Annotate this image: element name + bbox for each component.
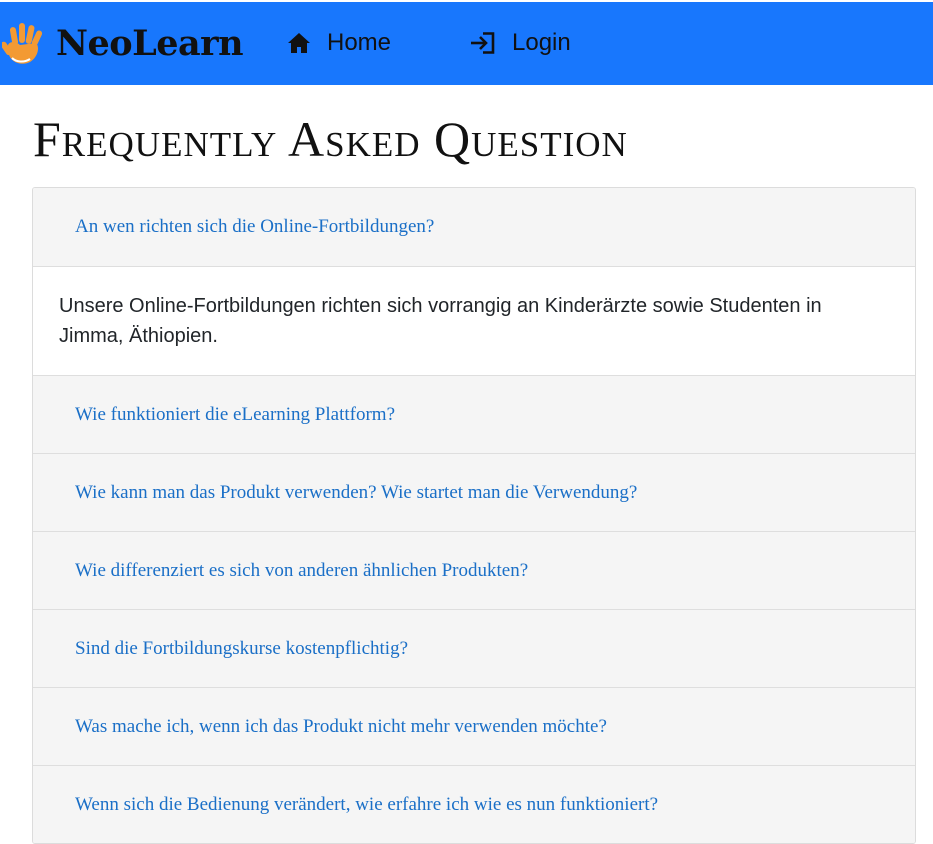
navbar: NeoLearn Home Login <box>0 2 933 85</box>
faq-question[interactable]: An wen richten sich die Online-Fortbildu… <box>33 188 915 266</box>
faq-answer: Unsere Online-Fortbildungen richten sich… <box>33 266 915 375</box>
faq-question[interactable]: Wie kann man das Produkt verwenden? Wie … <box>33 453 915 531</box>
faq-question[interactable]: Wenn sich die Bedienung verändert, wie e… <box>33 765 915 843</box>
nav-login-link[interactable]: Login <box>470 29 571 57</box>
nav-home-link[interactable]: Home <box>287 29 391 57</box>
nav-home-label: Home <box>327 29 392 56</box>
login-icon <box>471 32 495 54</box>
faq-accordion: An wen richten sich die Online-Fortbildu… <box>32 187 916 844</box>
brand-logo[interactable]: NeoLearn <box>2 21 244 67</box>
nav-login-label: Login <box>512 29 571 56</box>
faq-question[interactable]: Was mache ich, wenn ich das Produkt nich… <box>33 687 915 765</box>
waving-hand-icon <box>2 22 43 64</box>
home-icon <box>288 33 310 53</box>
faq-question[interactable]: Wie funktioniert die eLearning Plattform… <box>33 375 915 453</box>
brand-name: NeoLearn <box>56 23 244 64</box>
faq-question[interactable]: Wie differenziert es sich von anderen äh… <box>33 531 915 609</box>
page-title: Frequently Asked Question <box>33 111 628 167</box>
faq-question[interactable]: Sind die Fortbildungskurse kostenpflicht… <box>33 609 915 687</box>
